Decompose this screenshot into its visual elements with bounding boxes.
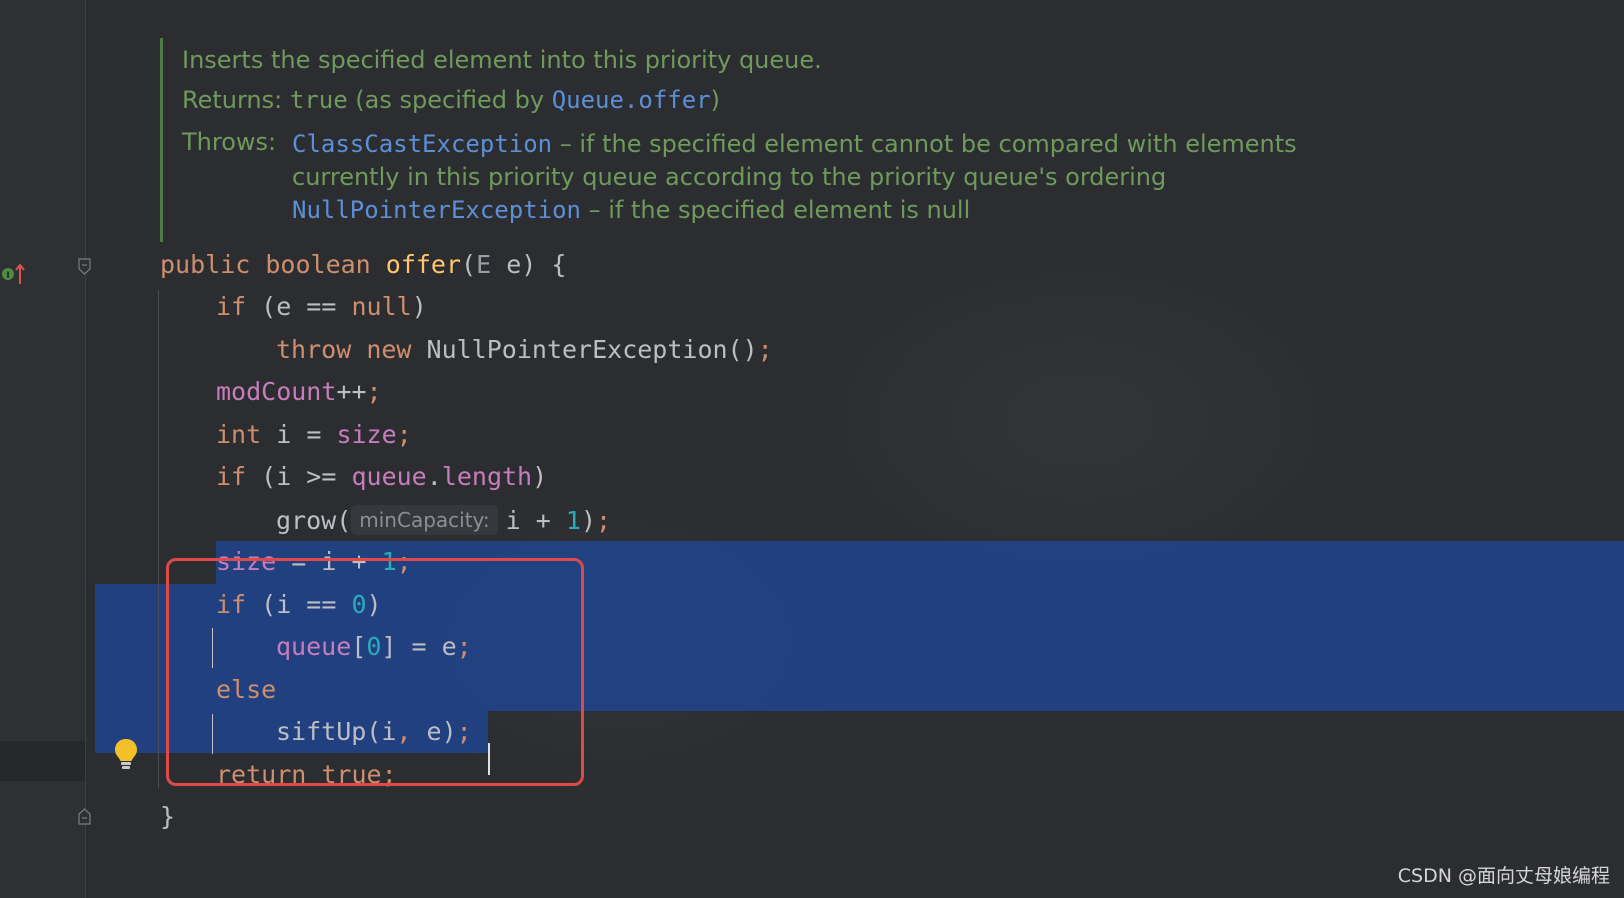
operator-increment: ++ bbox=[336, 377, 367, 406]
code-line-1[interactable]: public boolean offer(E e) { bbox=[160, 244, 566, 286]
kw-throw: throw bbox=[276, 335, 367, 364]
kw-public: public bbox=[160, 250, 266, 279]
throws-link-npe[interactable]: NullPointerException bbox=[292, 196, 581, 224]
constructor-call: NullPointerException() bbox=[426, 335, 758, 364]
returns-true: true bbox=[289, 86, 348, 114]
kw-new: new bbox=[366, 335, 427, 364]
code-line-5[interactable]: int i = size; bbox=[216, 414, 412, 456]
returns-mid: (as specified by bbox=[347, 86, 552, 114]
javadoc-description: Inserts the specified element into this … bbox=[182, 46, 822, 74]
code-line-4[interactable]: modCount++; bbox=[216, 371, 382, 413]
semicolon: ; bbox=[596, 506, 612, 535]
field-queue: queue bbox=[351, 462, 427, 491]
code-line-14[interactable]: } bbox=[160, 796, 175, 838]
code-line-6[interactable]: if (i >= queue.length) bbox=[216, 456, 547, 498]
kw-if: if bbox=[216, 462, 262, 491]
paren-close: ) bbox=[411, 292, 427, 321]
throws-desc-2: – if the specified element is null bbox=[580, 196, 971, 224]
var-assign: i = bbox=[276, 420, 337, 449]
svg-text:I: I bbox=[6, 271, 9, 281]
parameter-hint: minCapacity: bbox=[351, 505, 498, 535]
semicolon: ; bbox=[757, 335, 773, 364]
throws-desc-1: – if the specified element cannot be com… bbox=[552, 130, 1297, 158]
returns-link[interactable]: Queue.offer bbox=[552, 86, 711, 114]
semicolon: ; bbox=[366, 377, 382, 406]
kw-if: if bbox=[216, 292, 262, 321]
current-line-gutter bbox=[0, 741, 86, 781]
code-line-2[interactable]: if (e == null) bbox=[216, 286, 427, 328]
highlight-box bbox=[166, 558, 584, 786]
throws-link-classcast[interactable]: ClassCastException bbox=[292, 130, 552, 158]
field-size: size bbox=[336, 420, 397, 449]
returns-end: ) bbox=[710, 86, 721, 114]
condition: (e == bbox=[261, 292, 352, 321]
javadoc-block: Inserts the specified element into this … bbox=[160, 38, 1560, 242]
paren-close: ) bbox=[580, 506, 597, 535]
implements-interface-icon[interactable]: I bbox=[2, 263, 28, 285]
method-call-grow: grow( bbox=[276, 506, 352, 535]
code-line-3[interactable]: throw new NullPointerException(); bbox=[276, 329, 773, 371]
fold-start-icon[interactable] bbox=[78, 258, 91, 275]
field-modCount: modCount bbox=[216, 377, 337, 406]
code-editor[interactable]: I Inserts the specified element into thi… bbox=[0, 0, 1624, 898]
kw-boolean: boolean bbox=[265, 250, 386, 279]
semicolon: ; bbox=[396, 420, 412, 449]
lightbulb-icon[interactable] bbox=[113, 737, 139, 771]
kw-int: int bbox=[216, 420, 277, 449]
dot: . bbox=[426, 462, 442, 491]
throws-label: Throws: bbox=[182, 128, 277, 156]
paren: ( bbox=[461, 250, 477, 279]
field-length: length bbox=[441, 462, 533, 491]
throws-entry-1: ClassCastException – if the specified el… bbox=[292, 130, 1297, 158]
brace-close: } bbox=[160, 802, 176, 831]
javadoc-bar bbox=[160, 38, 163, 242]
javadoc-returns: Returns: true (as specified by Queue.off… bbox=[182, 86, 720, 114]
paren-close: ) bbox=[532, 462, 548, 491]
kw-null: null bbox=[351, 292, 412, 321]
method-name-offer: offer bbox=[385, 250, 462, 279]
condition: (i >= bbox=[261, 462, 352, 491]
type-param-E: E bbox=[476, 250, 492, 279]
code-line-7[interactable]: grow(minCapacity: i + 1); bbox=[276, 499, 611, 541]
fold-end-icon[interactable] bbox=[78, 808, 91, 825]
throws-desc-1b: currently in this priority queue accordi… bbox=[292, 163, 1167, 191]
watermark: CSDN @面向丈母娘编程 bbox=[1397, 865, 1610, 887]
indent-guide bbox=[158, 290, 159, 788]
returns-label: Returns: bbox=[182, 86, 283, 114]
argument: i + bbox=[505, 506, 566, 535]
throws-entry-2: NullPointerException – if the specified … bbox=[292, 196, 970, 224]
gutter-divider bbox=[85, 0, 86, 898]
number-literal: 1 bbox=[565, 506, 581, 535]
params-rest: e) { bbox=[491, 250, 567, 279]
